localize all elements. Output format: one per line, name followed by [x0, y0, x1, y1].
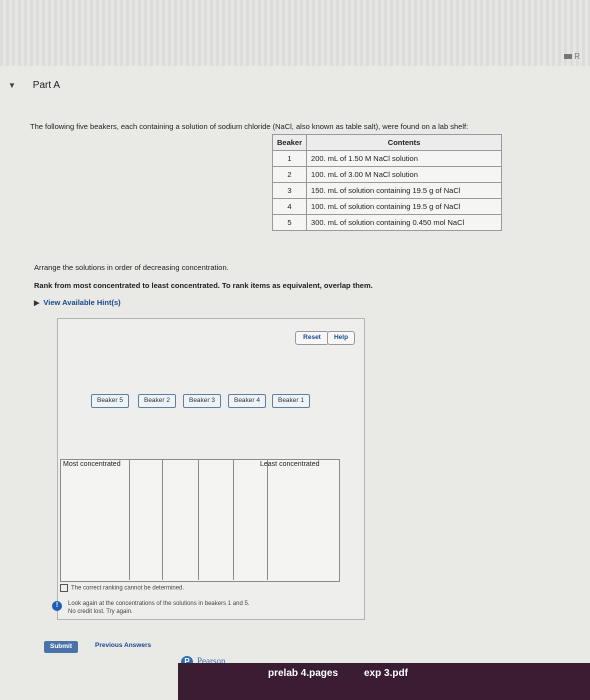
beaker-chip[interactable]: Beaker 5: [91, 394, 129, 408]
dock-item-exp[interactable]: exp 3.pdf: [364, 668, 408, 679]
submit-button[interactable]: Submit: [44, 641, 78, 653]
table-header-row: Beaker Contents: [271, 134, 503, 151]
reset-button[interactable]: Reset: [295, 331, 329, 345]
beaker-table: Beaker Contents 1 200. mL of 1.50 M NaCl …: [271, 134, 503, 231]
beaker-contents: 100. mL of 3.00 M NaCl solution: [306, 166, 503, 183]
intro-text: The following five beakers, each contain…: [30, 122, 469, 131]
feedback-check-text: The correct ranking cannot be determined…: [71, 585, 185, 592]
collapse-triangle-icon[interactable]: ▼: [8, 81, 20, 90]
header-beaker: Beaker: [271, 134, 308, 151]
dock-item-prelab[interactable]: prelab 4.pages: [268, 668, 338, 679]
beaker-contents: 200. mL of 1.50 M NaCl solution: [306, 150, 503, 167]
previous-answers-link[interactable]: Previous Answers: [95, 642, 151, 649]
beaker-number: 1: [271, 150, 308, 167]
slot-divider: [198, 459, 199, 580]
most-concentrated-label: Most concentrated: [63, 461, 121, 468]
checkbox-icon[interactable]: [60, 584, 68, 592]
beaker-chip[interactable]: Beaker 4: [228, 394, 266, 408]
table-row: 1 200. mL of 1.50 M NaCl solution: [271, 150, 503, 167]
beaker-number: 2: [271, 166, 308, 183]
ranking-drop-zone[interactable]: [60, 459, 340, 582]
table-row: 2 100. mL of 3.00 M NaCl solution: [271, 166, 503, 183]
feedback-check: The correct ranking cannot be determined…: [60, 584, 184, 592]
slot-divider: [233, 459, 234, 580]
beaker-contents: 100. mL of solution containing 19.5 g of…: [306, 198, 503, 215]
table-row: 3 150. mL of solution containing 19.5 g o…: [271, 182, 503, 199]
hint-link-label: View Available Hint(s): [43, 298, 121, 307]
slot-divider: [162, 459, 163, 580]
info-icon: !: [52, 601, 62, 611]
part-header[interactable]: ▼ Part A: [8, 80, 60, 91]
view-hints-link[interactable]: ▶ View Available Hint(s): [34, 298, 121, 307]
ranking-instruction: Rank from most concentrated to least con…: [34, 281, 373, 290]
header-contents: Contents: [306, 134, 503, 151]
slot-divider: [129, 459, 130, 580]
beaker-chip[interactable]: Beaker 2: [138, 394, 176, 408]
beaker-contents: 150. mL of solution containing 19.5 g of…: [306, 182, 503, 199]
table-row: 4 100. mL of solution containing 19.5 g o…: [271, 198, 503, 215]
table-row: 5 300. mL of solution containing 0.450 mo…: [271, 214, 503, 231]
feedback-line-1: Look again at the concentrations of the …: [68, 601, 250, 607]
beaker-contents: 300. mL of solution containing 0.450 mol…: [306, 214, 503, 231]
beaker-chip[interactable]: Beaker 3: [183, 394, 221, 408]
beaker-number: 5: [271, 214, 308, 231]
slot-divider: [267, 459, 268, 580]
feedback-line-2: No credit lost. Try again.: [68, 609, 133, 615]
instruction-text: Arrange the solutions in order of decrea…: [34, 263, 229, 272]
beaker-number: 3: [271, 182, 308, 199]
corner-text: R: [574, 52, 580, 61]
top-banner: [0, 0, 590, 66]
corner-mark: R: [564, 52, 580, 61]
part-title: Part A: [32, 80, 61, 91]
expand-arrow-icon: ▶: [34, 300, 40, 307]
help-button[interactable]: Help: [327, 331, 355, 345]
least-concentrated-label: Least concentrated: [260, 461, 320, 468]
beaker-chip[interactable]: Beaker 1: [272, 394, 310, 408]
beaker-number: 4: [271, 198, 308, 215]
feedback-message: ! Look again at the concentrations of th…: [52, 600, 250, 616]
